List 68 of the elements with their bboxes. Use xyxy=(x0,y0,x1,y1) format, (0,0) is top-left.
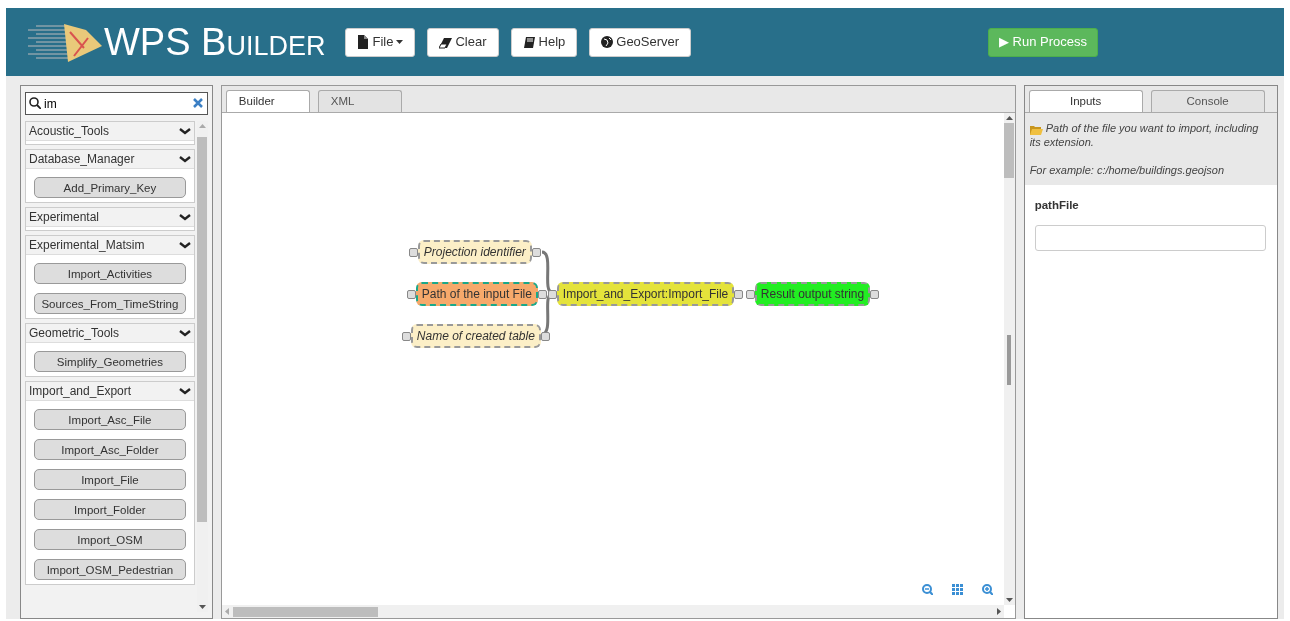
port[interactable] xyxy=(870,289,880,299)
book-icon xyxy=(522,35,536,49)
process-button[interactable]: Import_Activities xyxy=(34,263,186,284)
node[interactable]: Result output string xyxy=(754,282,871,307)
process-button[interactable]: Import_Folder xyxy=(34,499,186,520)
tab[interactable]: Builder xyxy=(225,90,310,113)
chevron-icon xyxy=(178,241,191,249)
scroll-down-icon[interactable] xyxy=(198,605,206,609)
node[interactable]: Import_and_Export:Import_File xyxy=(556,282,735,307)
scroll-down-icon[interactable] xyxy=(1005,598,1013,602)
tab[interactable]: XML xyxy=(317,90,402,113)
scroll-thumb[interactable] xyxy=(232,606,378,617)
group-header[interactable]: Import_and_Export xyxy=(26,382,194,401)
search-field[interactable]: im xyxy=(25,92,208,115)
process-button[interactable]: Import_OSM xyxy=(34,529,186,550)
chevron-icon xyxy=(178,127,191,135)
port[interactable] xyxy=(540,331,550,341)
process-button[interactable]: Import_OSM_Pedestrian xyxy=(34,559,186,580)
port[interactable] xyxy=(401,331,411,341)
port[interactable] xyxy=(406,289,416,299)
eraser-icon xyxy=(439,35,453,49)
folder-icon xyxy=(1029,123,1043,135)
scroll-thumb[interactable] xyxy=(1004,123,1015,179)
process-button[interactable]: Add_Primary_Key xyxy=(34,177,186,198)
file-icon xyxy=(357,35,370,49)
input-field[interactable] xyxy=(1034,224,1266,251)
chevron-icon xyxy=(178,329,191,337)
group-header[interactable]: Acoustic_Tools xyxy=(26,122,194,141)
group-header[interactable]: Database_Manager xyxy=(26,150,194,169)
clear-icon[interactable] xyxy=(192,98,203,108)
help-example: For example: c:/home/buildings.geojson xyxy=(1029,163,1226,178)
port[interactable] xyxy=(531,247,541,257)
globe-icon xyxy=(601,36,614,48)
scrollbar[interactable] xyxy=(221,605,1004,618)
node[interactable]: Projection identifier xyxy=(417,240,532,265)
tab[interactable]: Inputs xyxy=(1028,90,1143,113)
scrollbar[interactable] xyxy=(1003,113,1015,605)
field-label: pathFile xyxy=(1034,198,1080,214)
app-title: WPS Builder xyxy=(104,23,326,61)
toolbar-button[interactable]: GeoServer xyxy=(589,27,692,57)
search-icon xyxy=(29,97,41,109)
process-button[interactable]: Import_Asc_Folder xyxy=(34,439,186,460)
scroll-up-icon[interactable] xyxy=(1005,116,1013,121)
toolbar-button[interactable]: Clear xyxy=(427,27,499,57)
scroll-thumb[interactable] xyxy=(197,137,208,522)
node[interactable]: Path of the input File xyxy=(415,282,538,307)
chevron-icon xyxy=(178,155,191,163)
process-button[interactable]: Sources_From_TimeString xyxy=(34,293,186,314)
chevron-icon xyxy=(178,387,191,395)
scroll-left-icon[interactable] xyxy=(224,608,229,615)
group-header[interactable]: Experimental_Matsim xyxy=(26,236,194,255)
node[interactable]: Name of created table xyxy=(410,324,541,349)
toolbar-button[interactable]: File xyxy=(345,27,416,57)
zoom-out-icon[interactable] xyxy=(921,584,933,595)
resize-handle[interactable] xyxy=(1007,335,1012,385)
process-button[interactable]: Import_Asc_File xyxy=(34,409,186,430)
toolbar-button[interactable]: Help xyxy=(510,27,578,57)
grid-icon[interactable] xyxy=(951,584,963,595)
group-header[interactable]: Experimental xyxy=(26,208,194,227)
process-button[interactable]: Simplify_Geometries xyxy=(34,351,186,372)
help-text: Path of the file you want to import, including its extension. xyxy=(1029,121,1260,150)
group-header[interactable]: Geometric_Tools xyxy=(26,324,194,343)
port[interactable] xyxy=(408,247,418,257)
scroll-right-icon[interactable] xyxy=(996,608,1001,615)
chevron-icon xyxy=(178,213,191,221)
process-button[interactable]: Import_File xyxy=(34,469,186,490)
zoom-in-icon[interactable] xyxy=(981,584,993,595)
tab[interactable]: Console xyxy=(1150,90,1265,113)
